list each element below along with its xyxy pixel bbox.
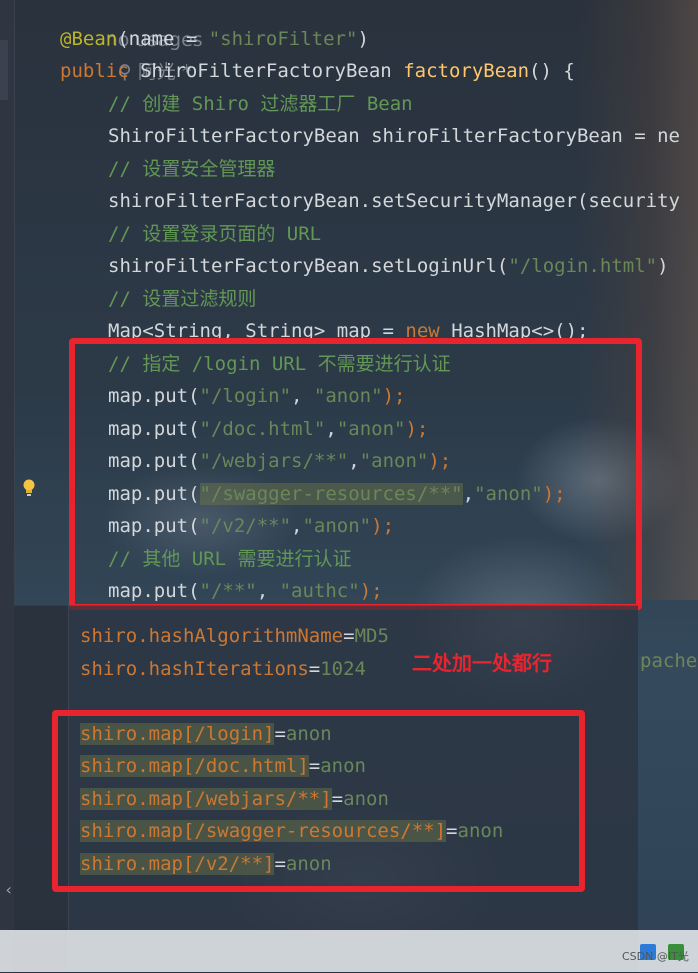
code-comment: // 设置登录页面的 URL [108,223,322,245]
code-line: shiroFilterFactoryBean.setSecurityManage… [108,190,680,212]
annotation-note: 二处加一处都行 [412,651,552,675]
partial-code-text: pache. [640,650,698,672]
usage-hint-line: no usages ⚲ 阿光 * [60,0,203,83]
taskbar [0,930,698,972]
lightbulb-icon[interactable] [22,479,36,497]
watermark: CSDN @IT光 [622,950,689,963]
code-comment: // 创建 Shiro 过滤器工厂 Bean [108,93,413,115]
highlight-box-java [69,338,642,610]
code-line: shiroFilterFactoryBean.setLoginUrl("/log… [108,255,669,277]
code-comment: // 设置过滤规则 [108,288,257,310]
code-line: ShiroFilterFactoryBean shiroFilterFactor… [108,125,680,147]
code-line: @Bean(name = "shiroFilter") [60,28,369,50]
property-line: shiro.hashAlgorithmName=MD5 [80,625,389,647]
chevron-left-icon[interactable]: ‹ [4,880,14,899]
property-line: shiro.hashIterations=1024 [80,658,366,680]
highlight-box-properties [52,710,585,892]
code-comment: // 设置安全管理器 [108,158,276,180]
code-line: public ShiroFilterFactoryBean factoryBea… [60,60,575,82]
